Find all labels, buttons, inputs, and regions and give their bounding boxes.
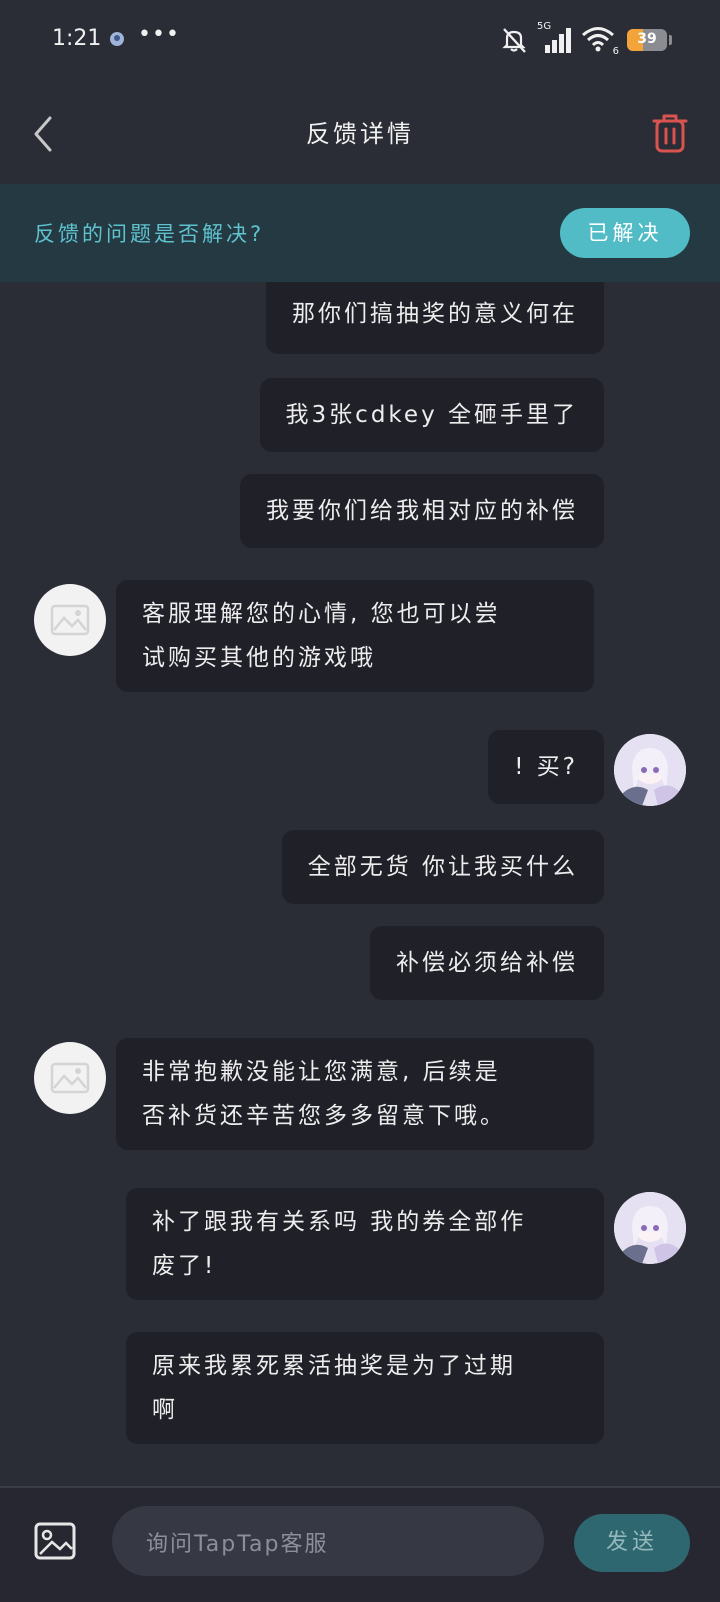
battery-icon: 39 xyxy=(627,29,667,51)
message-bubble-user: 补了跟我有关系吗 我的券全部作 废了! xyxy=(126,1188,604,1300)
trash-icon[interactable] xyxy=(650,112,690,156)
mute-icon xyxy=(502,28,526,53)
signal-icon: 5G xyxy=(537,21,573,55)
network-type: 5G xyxy=(537,21,552,32)
image-icon[interactable] xyxy=(34,1522,76,1560)
message-bubble-user: 我3张cdkey 全砸手里了 xyxy=(259,378,604,452)
message-line: 原来我累死累活抽奖是为了过期 xyxy=(152,1353,516,1379)
message-bubble-user: 全部无货 你让我买什么 xyxy=(281,830,604,904)
broken-image-icon xyxy=(50,1062,90,1094)
message-bubble-user: ! 买? xyxy=(488,730,604,804)
message-input[interactable]: 询问TapTap客服 xyxy=(112,1506,544,1576)
resolution-question: 反馈的问题是否解决? xyxy=(34,222,265,246)
wifi-icon: 6 xyxy=(581,25,619,57)
user-avatar[interactable] xyxy=(614,734,686,806)
message-line: 试购买其他的游戏哦 xyxy=(142,645,376,671)
service-avatar xyxy=(34,584,106,656)
message-line: 否补货还辛苦您多多留意下哦。 xyxy=(142,1103,506,1129)
message-text: ! 买? xyxy=(514,754,578,780)
service-avatar xyxy=(34,1042,106,1114)
wifi-sub: 6 xyxy=(612,46,619,57)
message-text: 我3张cdkey 全砸手里了 xyxy=(285,402,578,428)
message-text: 那你们搞抽奖的意义何在 xyxy=(292,301,578,327)
message-text: 全部无货 你让我买什么 xyxy=(307,854,578,880)
send-button[interactable]: 发送 xyxy=(574,1514,690,1572)
message-list[interactable]: 那你们搞抽奖的意义何在 我3张cdkey 全砸手里了 我要你们给我相对应的补偿 … xyxy=(0,282,720,1486)
app-header: 反馈详情 xyxy=(0,84,720,184)
page-title: 反馈详情 xyxy=(306,120,414,148)
more-notifications-icon: ••• xyxy=(138,22,180,47)
message-bubble-user: 补偿必须给补偿 xyxy=(370,926,604,1000)
status-right: 5G 6 39 xyxy=(499,21,672,57)
message-line: 客服理解您的心情, 您也可以尝 xyxy=(142,601,501,627)
user-avatar[interactable] xyxy=(614,1192,686,1264)
message-text: 补偿必须给补偿 xyxy=(396,950,578,976)
status-time: 1:21 xyxy=(52,26,102,51)
message-line: 非常抱歉没能让您满意, 后续是 xyxy=(142,1059,501,1085)
message-bubble-service: 客服理解您的心情, 您也可以尝 试购买其他的游戏哦 xyxy=(116,580,594,692)
composer-bar: 询问TapTap客服 发送 xyxy=(0,1486,720,1602)
anime-avatar-image xyxy=(614,1192,686,1264)
message-bubble-user: 那你们搞抽奖的意义何在 xyxy=(266,282,604,354)
message-input-placeholder: 询问TapTap客服 xyxy=(146,1532,329,1557)
status-bar: 1:21 ••• 5G 6 39 xyxy=(0,0,720,84)
message-bubble-user: 我要你们给我相对应的补偿 xyxy=(240,474,604,548)
anime-avatar-image xyxy=(614,734,686,806)
message-text: 我要你们给我相对应的补偿 xyxy=(266,498,578,524)
app-notification-icon xyxy=(110,32,124,46)
battery-level: 39 xyxy=(637,31,657,47)
battery-tip xyxy=(669,35,672,45)
message-line: 废了! xyxy=(152,1253,217,1279)
resolved-button[interactable]: 已解决 xyxy=(560,208,690,258)
resolution-banner: 反馈的问题是否解决? 已解决 xyxy=(0,184,720,282)
message-bubble-service: 非常抱歉没能让您满意, 后续是 否补货还辛苦您多多留意下哦。 xyxy=(116,1038,594,1150)
message-bubble-user: 原来我累死累活抽奖是为了过期 啊 xyxy=(126,1332,604,1444)
message-line: 啊 xyxy=(152,1397,178,1423)
message-line: 补了跟我有关系吗 我的券全部作 xyxy=(152,1209,527,1235)
broken-image-icon xyxy=(50,604,90,636)
